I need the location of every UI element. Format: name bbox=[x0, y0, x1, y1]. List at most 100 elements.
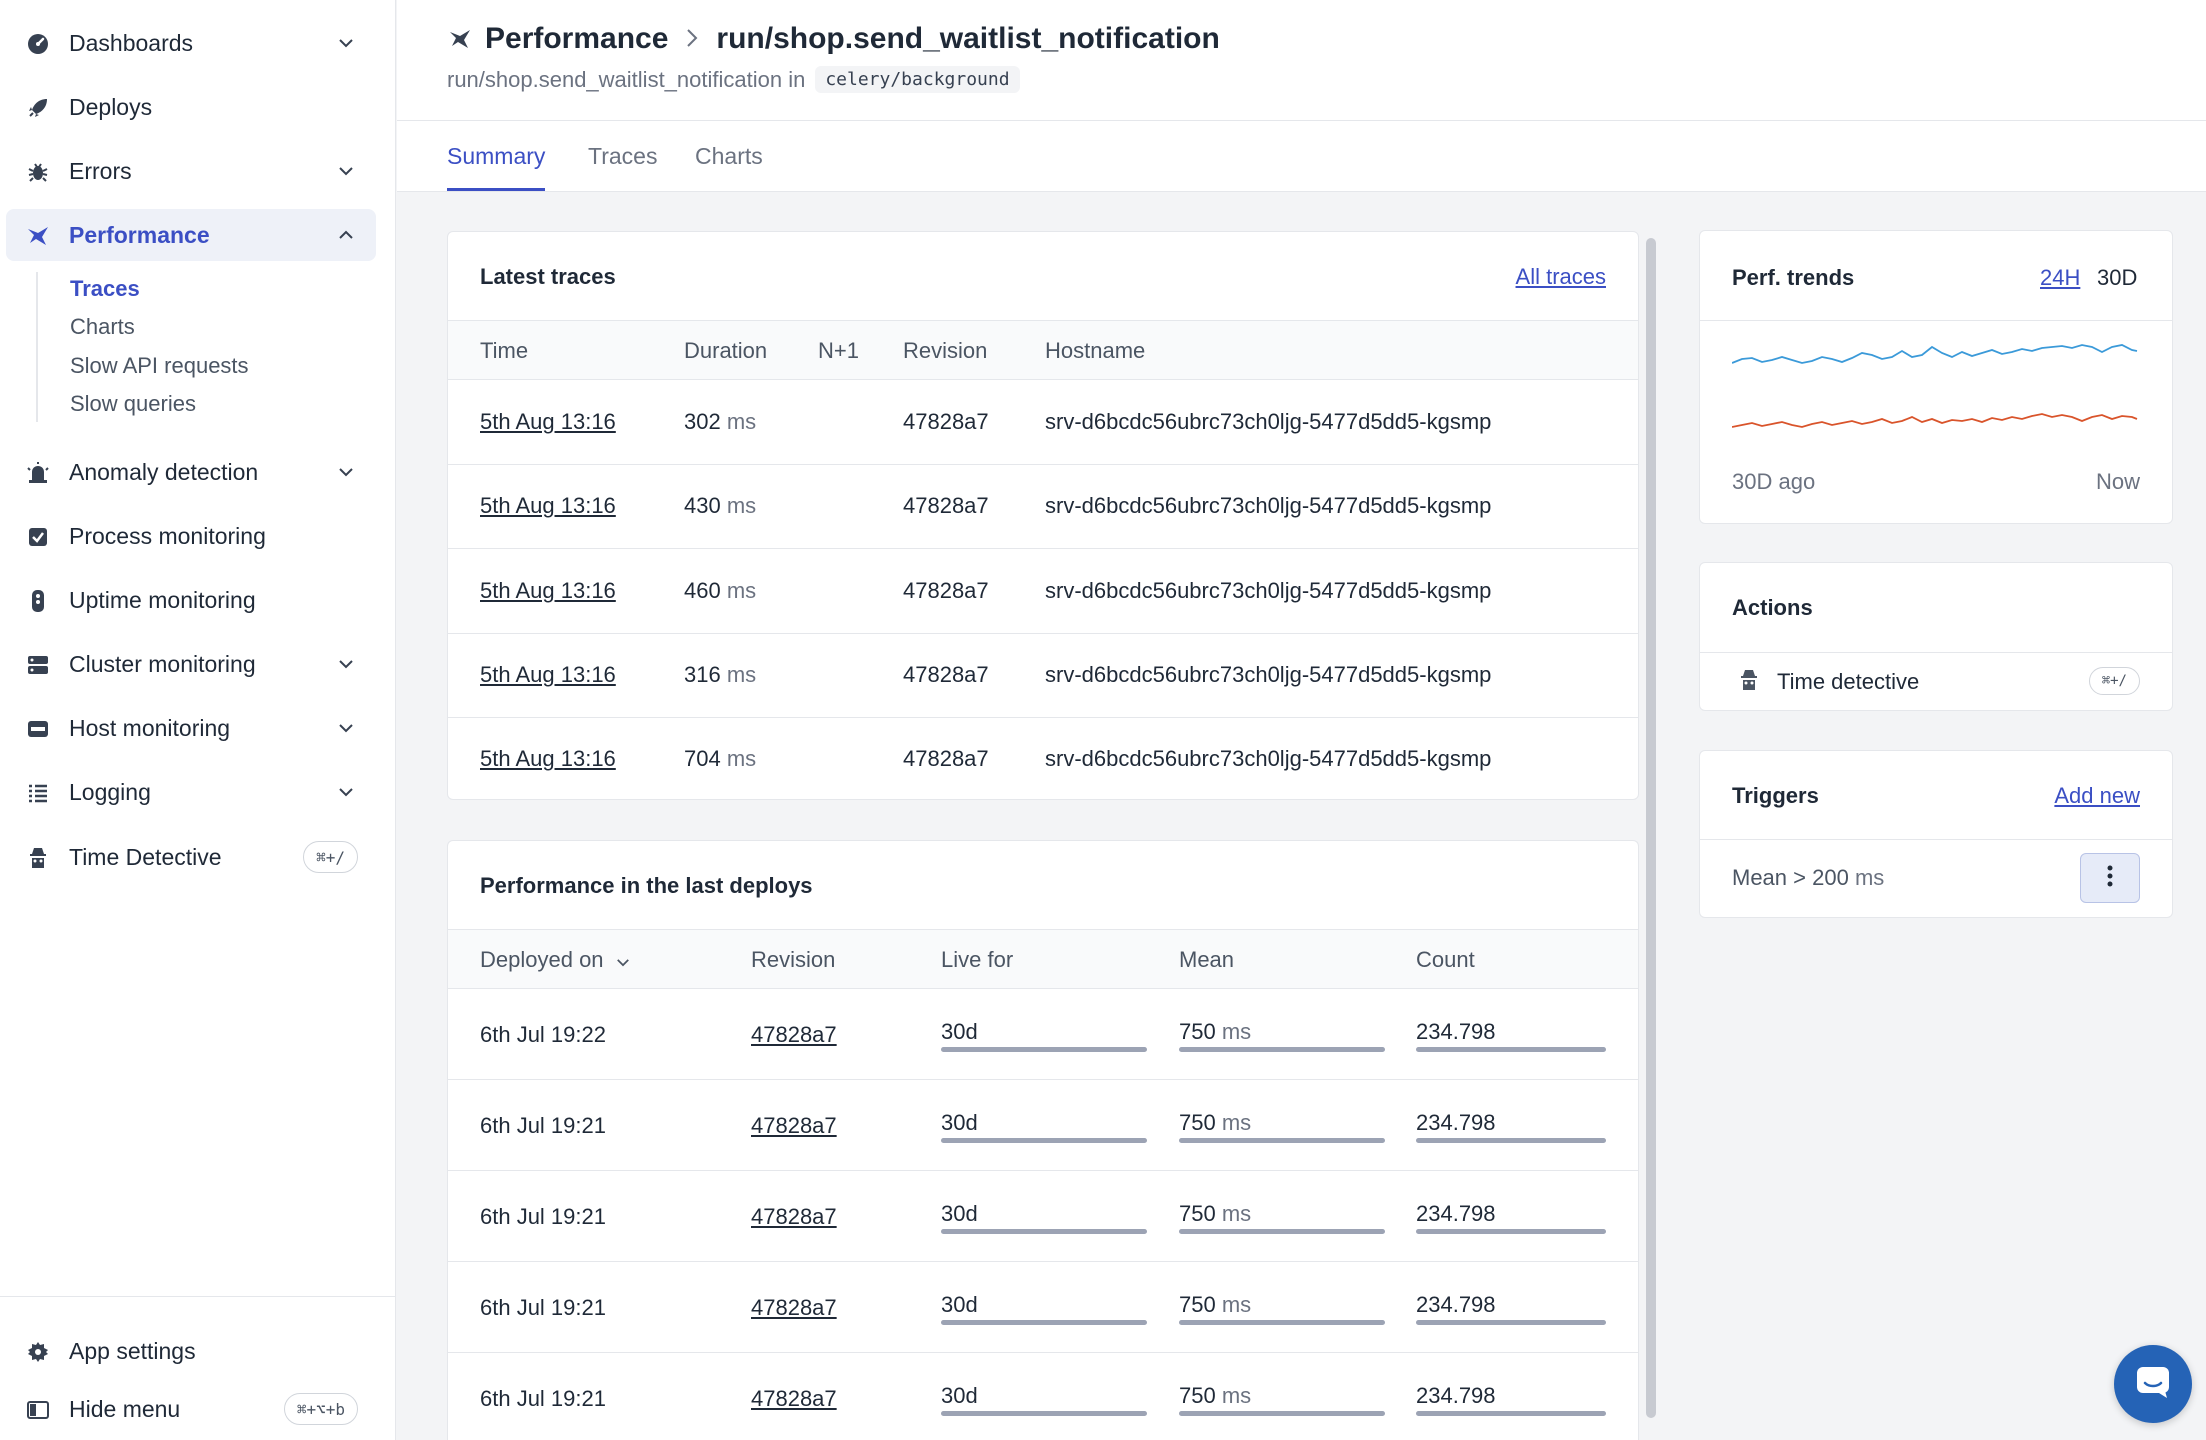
sidebar-item-anomaly-detection[interactable]: Anomaly detection bbox=[6, 446, 376, 498]
subnav-item-charts[interactable]: Charts bbox=[70, 314, 135, 340]
sidebar-item-label: Anomaly detection bbox=[69, 458, 259, 485]
list-icon bbox=[26, 781, 50, 805]
trace-time-link[interactable]: 5th Aug 13:16 bbox=[480, 578, 616, 604]
revision-value: 47828a7 bbox=[903, 662, 989, 687]
server-icon bbox=[26, 653, 50, 677]
trend-end-label: Now bbox=[2095, 469, 2140, 494]
subnav-item-slow-queries[interactable]: Slow queries bbox=[70, 391, 196, 417]
count-bar bbox=[1416, 1047, 1606, 1052]
mean-bar bbox=[1179, 1138, 1385, 1143]
column-header-time[interactable]: Time bbox=[480, 338, 528, 364]
alarm-icon bbox=[26, 461, 50, 485]
trend-start-label: 30D ago bbox=[1732, 469, 1816, 494]
column-header-count[interactable]: Count bbox=[1416, 947, 1475, 973]
divider bbox=[1700, 320, 2172, 321]
sparkline-series-a bbox=[1732, 344, 2138, 364]
perf-trends-sparkline bbox=[1732, 344, 2138, 428]
app-settings-button[interactable]: App settings bbox=[6, 1325, 376, 1377]
range-30d-button[interactable]: 30D bbox=[2097, 265, 2137, 291]
subnav-item-traces[interactable]: Traces bbox=[70, 276, 140, 302]
revision-value: 47828a7 bbox=[903, 578, 989, 603]
table-row[interactable]: 6th Jul 19:21 47828a7 30d 750 ms 234.798 bbox=[448, 1080, 1638, 1171]
time-detective-action[interactable]: Time detective ⌘+/ bbox=[1700, 653, 2172, 710]
subtitle-text: run/shop.send_waitlist_notification in bbox=[447, 66, 806, 92]
dashboard-icon bbox=[26, 32, 50, 56]
table-row[interactable]: 5th Aug 13:16 430 ms 47828a7 srv-d6bcdc5… bbox=[448, 465, 1638, 549]
trace-time-link[interactable]: 5th Aug 13:16 bbox=[480, 493, 616, 519]
revision-link[interactable]: 47828a7 bbox=[751, 1386, 837, 1412]
revision-link[interactable]: 47828a7 bbox=[751, 1204, 837, 1230]
sidebar-item-host-monitoring[interactable]: Host monitoring bbox=[6, 702, 376, 754]
all-traces-link[interactable]: All traces bbox=[1516, 264, 1606, 290]
sidebar-item-cluster-monitoring[interactable]: Cluster monitoring bbox=[6, 638, 376, 690]
main-scrollbar[interactable] bbox=[1644, 232, 1658, 1428]
revision-link[interactable]: 47828a7 bbox=[751, 1295, 837, 1321]
chat-support-button[interactable] bbox=[2114, 1345, 2192, 1423]
table-row[interactable]: 5th Aug 13:16 460 ms 47828a7 srv-d6bcdc5… bbox=[448, 549, 1638, 634]
duration-value: 460 ms bbox=[684, 578, 757, 603]
column-header-duration[interactable]: Duration bbox=[684, 338, 767, 364]
gear-icon bbox=[26, 1340, 50, 1364]
mean-bar bbox=[1179, 1320, 1385, 1325]
hide-menu-button[interactable]: Hide menu ⌘+⌥+b bbox=[6, 1383, 376, 1435]
table-row[interactable]: 6th Jul 19:22 47828a7 30d 750 ms 234.798 bbox=[448, 989, 1638, 1080]
sidebar-item-process-monitoring[interactable]: Process monitoring bbox=[6, 510, 376, 562]
sidebar-item-label: Host monitoring bbox=[69, 714, 231, 741]
sidebar-item-uptime-monitoring[interactable]: Uptime monitoring bbox=[6, 574, 376, 626]
shortcut-badge: ⌘+⌥+b bbox=[283, 1393, 358, 1425]
table-row[interactable]: 6th Jul 19:21 47828a7 30d 750 ms 234.798 bbox=[448, 1171, 1638, 1262]
rocket-icon bbox=[26, 96, 50, 120]
sidebar-item-errors[interactable]: Errors bbox=[6, 145, 376, 197]
table-header: Time Duration N+1 Revision Hostname bbox=[448, 320, 1638, 380]
sidebar-item-dashboards[interactable]: Dashboards bbox=[6, 17, 376, 69]
table-row[interactable]: 6th Jul 19:21 47828a7 30d 750 ms 234.798 bbox=[448, 1262, 1638, 1353]
detective-icon bbox=[26, 846, 50, 870]
column-header-mean[interactable]: Mean bbox=[1179, 947, 1234, 973]
tab-charts[interactable]: Charts bbox=[695, 143, 763, 188]
card-title: Perf. trends bbox=[1732, 265, 1855, 290]
performance-icon bbox=[447, 28, 473, 50]
sidebar: Dashboards Deploys Errors Performance Tr… bbox=[0, 0, 396, 1440]
trace-time-link[interactable]: 5th Aug 13:16 bbox=[480, 409, 616, 435]
column-header-n-plus-one[interactable]: N+1 bbox=[818, 338, 859, 364]
deployed-on-value: 6th Jul 19:22 bbox=[480, 1022, 606, 1047]
sidebar-item-performance[interactable]: Performance bbox=[6, 209, 376, 261]
revision-link[interactable]: 47828a7 bbox=[751, 1022, 837, 1048]
sidebar-item-time-detective[interactable]: Time Detective ⌘+/ bbox=[6, 831, 376, 883]
scrollbar-thumb[interactable] bbox=[1646, 238, 1656, 1418]
mean-value: 750 ms bbox=[1179, 1201, 1252, 1226]
bug-icon bbox=[26, 160, 50, 184]
column-header-revision[interactable]: Revision bbox=[751, 947, 835, 973]
table-row[interactable]: 5th Aug 13:16 302 ms 47828a7 srv-d6bcdc5… bbox=[448, 380, 1638, 465]
sparkline-series-b bbox=[1732, 413, 2138, 428]
column-header-revision[interactable]: Revision bbox=[903, 338, 987, 364]
column-header-hostname[interactable]: Hostname bbox=[1045, 338, 1145, 364]
status-icon bbox=[26, 589, 50, 613]
column-header-live-for[interactable]: Live for bbox=[941, 947, 1013, 973]
sidebar-item-deploys[interactable]: Deploys bbox=[6, 81, 376, 133]
add-trigger-link[interactable]: Add new bbox=[2054, 783, 2140, 809]
column-header-deployed-on[interactable]: Deployed on bbox=[480, 947, 630, 973]
sidebar-item-logging[interactable]: Logging bbox=[6, 766, 376, 818]
hostname-value: srv-d6bcdc56ubrc73ch0ljg-5477d5dd5-kgsmp bbox=[1045, 578, 1492, 603]
table-row[interactable]: 5th Aug 13:16 704 ms 47828a7 srv-d6bcdc5… bbox=[448, 718, 1638, 799]
deployed-on-value: 6th Jul 19:21 bbox=[480, 1113, 606, 1138]
chat-icon bbox=[2135, 1365, 2171, 1404]
mean-value: 750 ms bbox=[1179, 1383, 1252, 1408]
trace-time-link[interactable]: 5th Aug 13:16 bbox=[480, 662, 616, 688]
table-row[interactable]: 6th Jul 19:21 47828a7 30d 750 ms 234.798 bbox=[448, 1353, 1638, 1440]
chevron-down-icon bbox=[334, 460, 358, 484]
tab-summary[interactable]: Summary bbox=[447, 143, 546, 191]
detective-icon bbox=[1740, 669, 1758, 696]
sidebar-item-label: Process monitoring bbox=[69, 522, 266, 549]
breadcrumb-section[interactable]: Performance bbox=[485, 22, 668, 56]
tab-traces[interactable]: Traces bbox=[588, 143, 657, 188]
subnav-item-slow-api-requests[interactable]: Slow API requests bbox=[70, 353, 249, 379]
range-24h-button[interactable]: 24H bbox=[2040, 265, 2080, 291]
trace-time-link[interactable]: 5th Aug 13:16 bbox=[480, 746, 616, 772]
table-row[interactable]: 5th Aug 13:16 316 ms 47828a7 srv-d6bcdc5… bbox=[448, 634, 1638, 718]
sidebar-item-label: Time Detective bbox=[69, 843, 222, 870]
shortcut-badge: ⌘+/ bbox=[2088, 667, 2140, 695]
revision-link[interactable]: 47828a7 bbox=[751, 1113, 837, 1139]
trigger-menu-button[interactable] bbox=[2080, 853, 2140, 903]
